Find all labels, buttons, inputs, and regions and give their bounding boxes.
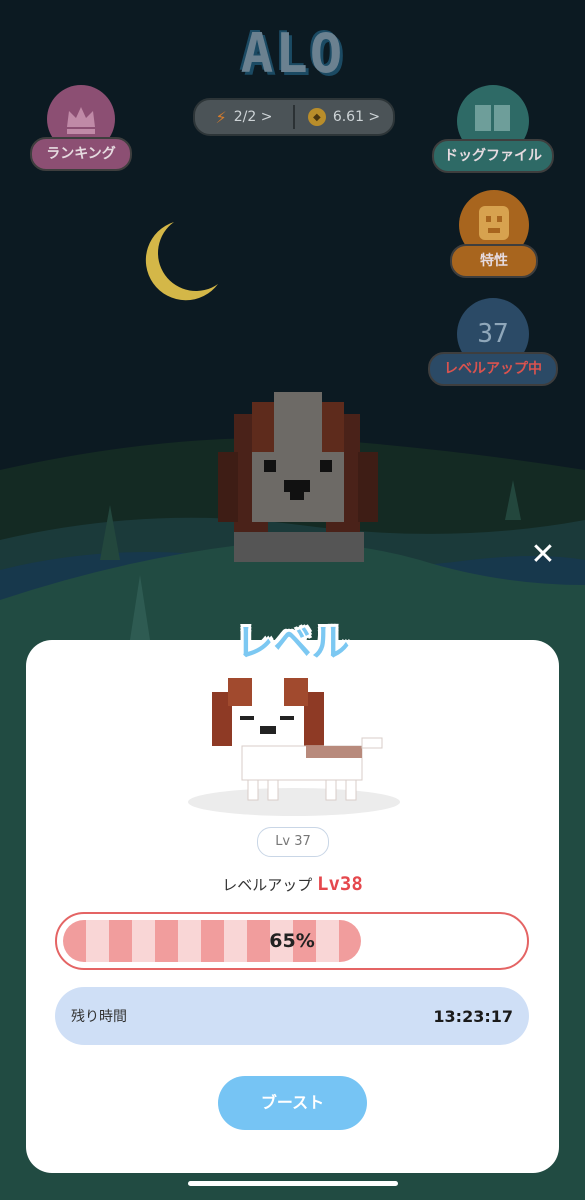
next-level: Lv38 [317,873,363,895]
dog-file-button[interactable]: ドッグファイル [432,85,554,173]
dog-file-label: ドッグファイル [432,139,554,173]
energy-counter[interactable]: ⚡ 2/2 > [195,108,293,127]
lightning-icon: ⚡ [215,107,227,127]
leveling-label: レベルアップ中 [428,352,558,386]
coin-value: 6.61 > [332,109,381,125]
progress-percent: 65% [269,930,315,952]
status-bar: ⚡ 2/2 > ◆ 6.61 > [193,98,395,136]
modal-title: レベル [235,621,350,665]
home-indicator[interactable] [188,1181,398,1186]
coin-counter[interactable]: ◆ 6.61 > [295,108,393,126]
current-level-chip: Lv 37 [257,827,329,857]
remaining-label: 残り時間 [71,1009,127,1025]
level-number: 37 [477,319,509,349]
traits-label: 特性 [450,244,538,278]
ranking-button[interactable]: ランキング [30,85,132,171]
moon-icon [145,222,218,301]
app-title: ALO [240,22,345,85]
traits-button[interactable]: 特性 [450,190,538,278]
boost-button[interactable]: ブースト [218,1076,367,1130]
dog-character-icon [188,676,400,816]
levelup-label: レベルアップ [222,876,313,894]
remaining-time: 13:23:17 [433,1006,513,1026]
coin-icon: ◆ [307,108,326,126]
energy-value: 2/2 > [233,109,273,125]
remaining-time-row: 残り時間 13:23:17 [55,987,529,1045]
dog-character-background [218,392,378,562]
close-icon[interactable]: ✕ [528,540,558,570]
ranking-label: ランキング [30,137,132,171]
levelup-line: レベルアップ Lv38 [0,873,585,895]
level-progress-bar: 65% [55,912,529,970]
leveling-status-button[interactable]: 37 レベルアップ中 [428,298,558,386]
